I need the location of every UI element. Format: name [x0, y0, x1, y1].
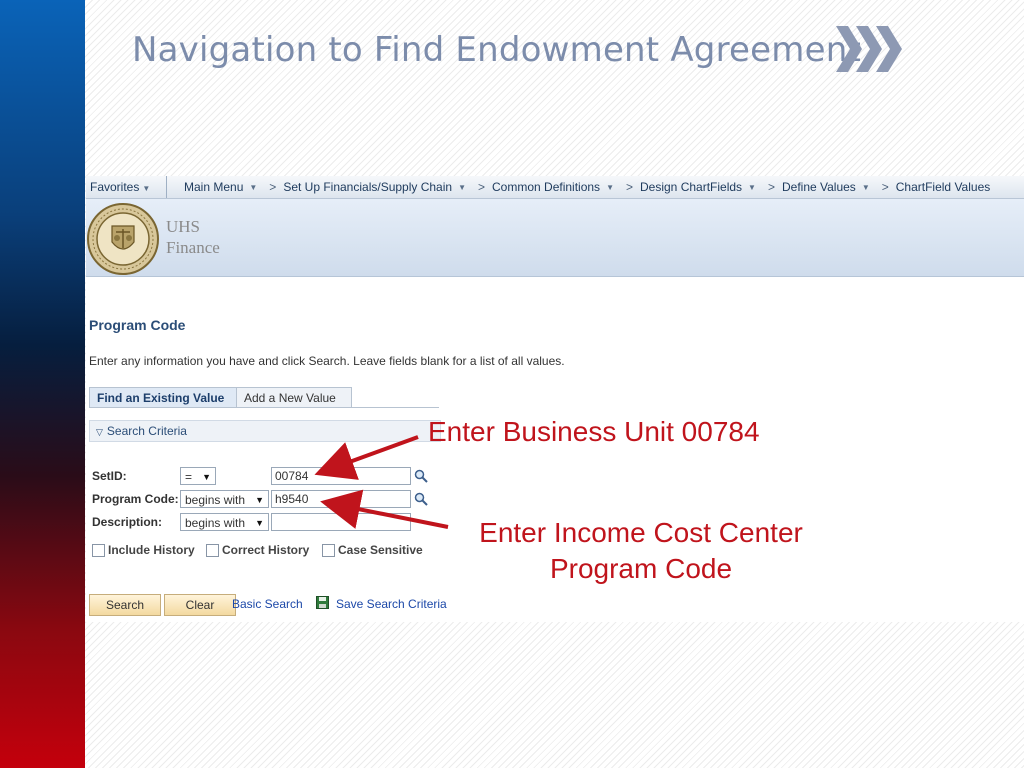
breadcrumb-main-menu[interactable]: Main Menu: [184, 180, 243, 194]
breadcrumb-separator-icon: >: [881, 180, 889, 194]
brand-line-uhs: UHS: [166, 217, 201, 236]
brand-name: UHS Finance: [166, 216, 220, 258]
chevron-down-icon: ▼: [861, 182, 870, 192]
save-search-criteria-link[interactable]: Save Search Criteria: [336, 597, 447, 611]
favorites-label: Favorites: [90, 180, 140, 194]
program-code-label: Program Code:: [92, 492, 179, 506]
annotation-income-cost-center: Enter Income Cost Center Program Code: [445, 515, 837, 587]
case-sensitive-checkbox[interactable]: Case Sensitive: [322, 543, 423, 557]
slide-title: Navigation to Find Endowment Agreement: [132, 30, 861, 70]
annotation-income-line1: Enter Income Cost Center: [479, 517, 803, 548]
collapse-triangle-icon: ▽: [96, 427, 103, 437]
program-code-input[interactable]: h9540: [271, 490, 411, 508]
breadcrumb-separator-icon: >: [269, 180, 277, 194]
brand-header: UHS Finance: [86, 199, 1024, 277]
breadcrumb-separator-icon: >: [625, 180, 633, 194]
basic-search-link[interactable]: Basic Search: [232, 597, 303, 611]
breadcrumb-design-chartfields[interactable]: Design ChartFields: [640, 180, 742, 194]
breadcrumb: Main Menu ▼ > Set Up Financials/Supply Ch…: [184, 180, 996, 194]
magnifier-lookup-icon[interactable]: [414, 469, 428, 483]
checkbox-box[interactable]: [322, 543, 335, 557]
page-title: Program Code: [89, 317, 186, 333]
chevron-down-icon: ▼: [142, 184, 151, 193]
breadcrumb-separator-icon: >: [478, 180, 486, 194]
tab-add-new-value[interactable]: Add a New Value: [236, 387, 352, 408]
tab-find-existing-value[interactable]: Find an Existing Value: [89, 387, 237, 408]
search-criteria-header[interactable]: ▽ Search Criteria: [89, 420, 441, 442]
search-criteria-label: Search Criteria: [106, 424, 187, 438]
case-sensitive-label: Case Sensitive: [338, 543, 423, 557]
university-seal-icon: [87, 203, 159, 275]
include-history-checkbox[interactable]: Include History: [92, 543, 195, 557]
correct-history-label: Correct History: [222, 543, 310, 557]
description-operator-select[interactable]: begins with ▼: [180, 513, 269, 531]
menu-bar: Favorites ▼ Main Menu ▼ > Set Up Financial…: [86, 176, 1024, 199]
setid-label: SetID:: [92, 469, 127, 483]
instructions-text: Enter any information you have and click…: [89, 354, 565, 368]
breadcrumb-define-values[interactable]: Define Values: [782, 180, 856, 194]
favorites-menu[interactable]: Favorites ▼: [90, 180, 150, 194]
menu-divider: [166, 176, 167, 198]
annotation-income-line2: Program Code: [549, 553, 733, 584]
clear-button[interactable]: Clear: [164, 594, 236, 616]
chevron-down-icon: ▼: [748, 182, 756, 192]
checkbox-box[interactable]: [92, 543, 105, 557]
dropdown-arrow-icon: ▼: [202, 472, 211, 482]
description-operator-value: begins with: [185, 516, 246, 530]
breadcrumb-setup-financials[interactable]: Set Up Financials/Supply Chain: [283, 180, 452, 194]
slide-sidebar-gradient: [0, 0, 85, 768]
include-history-label: Include History: [108, 543, 195, 557]
dropdown-arrow-icon: ▼: [255, 518, 264, 528]
breadcrumb-common-definitions[interactable]: Common Definitions: [492, 180, 600, 194]
chevron-down-icon: ▼: [249, 182, 258, 192]
search-button[interactable]: Search: [89, 594, 161, 616]
brand-line-finance: Finance: [166, 238, 220, 257]
breadcrumb-chartfield-values[interactable]: ChartField Values: [896, 180, 991, 194]
chevron-down-icon: ▼: [606, 182, 614, 192]
setid-input[interactable]: 00784: [271, 467, 411, 485]
save-disk-icon[interactable]: [316, 596, 329, 609]
triple-chevron-icon: [836, 26, 902, 72]
program-code-operator-value: begins with: [185, 493, 246, 507]
setid-operator-value: =: [185, 470, 193, 484]
correct-history-checkbox[interactable]: Correct History: [206, 543, 309, 557]
checkbox-box[interactable]: [206, 543, 219, 557]
chevron-down-icon: ▼: [458, 182, 466, 192]
program-code-operator-select[interactable]: begins with ▼: [180, 490, 269, 508]
description-label: Description:: [92, 515, 163, 529]
breadcrumb-separator-icon: >: [767, 180, 775, 194]
setid-operator-select[interactable]: = ▼: [180, 467, 216, 485]
tab-divider: [89, 407, 439, 408]
magnifier-lookup-icon[interactable]: [414, 492, 428, 506]
annotation-business-unit: Enter Business Unit 00784: [428, 416, 760, 447]
description-input[interactable]: [271, 513, 411, 531]
dropdown-arrow-icon: ▼: [255, 495, 264, 505]
